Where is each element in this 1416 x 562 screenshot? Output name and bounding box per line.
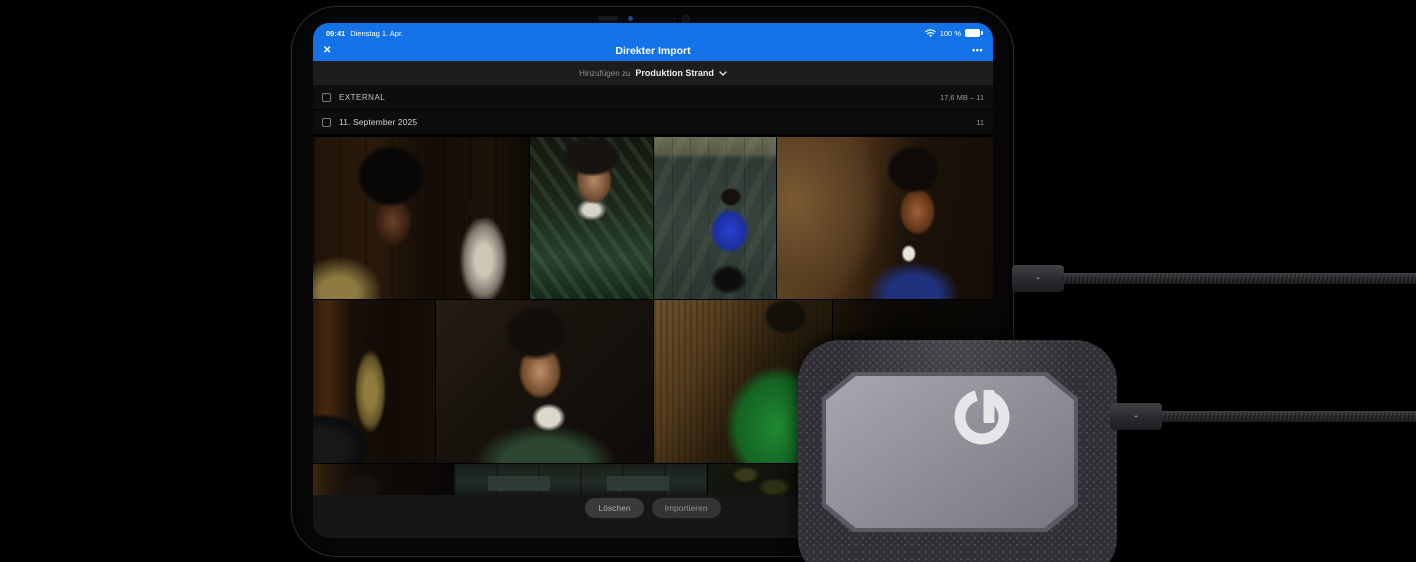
usb-c-plug-tablet: ⌁ — [1012, 265, 1064, 292]
date-group-count: 11 — [976, 117, 984, 127]
date-group-checkbox[interactable] — [322, 117, 331, 127]
album-name: Produktion Strand — [635, 68, 714, 78]
mic-dot — [673, 17, 676, 20]
date-label: Dienstag 1. Apr. — [350, 28, 404, 38]
connector-logo-icon: ⌁ — [1134, 413, 1138, 420]
usb-cable-ssd — [1161, 411, 1416, 422]
source-row-date-group[interactable]: 11. September 2025 11 — [313, 110, 993, 135]
camera-ring-icon — [682, 15, 690, 23]
status-bar: 09:41 Dienstag 1. Apr. 100 % — [313, 23, 993, 40]
front-camera-strip — [292, 13, 1013, 23]
photo-thumbnail[interactable] — [777, 137, 993, 299]
usb-c-plug-ssd: ⌁ — [1110, 403, 1162, 430]
source-label: EXTERNAL — [339, 92, 386, 102]
connector-logo-icon: ⌁ — [1036, 275, 1040, 282]
photo-thumbnail[interactable] — [654, 137, 776, 299]
clock: 09:41 — [326, 28, 346, 38]
page-title: Direkter Import — [615, 44, 691, 57]
photo-thumbnail[interactable] — [313, 137, 529, 299]
chevron-down-icon — [719, 71, 727, 76]
external-ssd-drive — [798, 340, 1117, 562]
external-checkbox[interactable] — [322, 92, 331, 102]
date-group-label: 11. September 2025 — [339, 117, 418, 127]
scene: 09:41 Dienstag 1. Apr. 100 % ✕ Direkter … — [0, 0, 1416, 562]
photo-thumbnail[interactable] — [436, 300, 653, 463]
import-button[interactable]: Importieren — [651, 498, 721, 518]
title-bar: ✕ Direkter Import ••• — [313, 40, 993, 61]
delete-button[interactable]: Löschen — [585, 498, 644, 518]
source-size-count: 17,6 MB – 11 — [939, 92, 984, 102]
front-camera-icon — [628, 16, 633, 21]
source-row-external[interactable]: EXTERNAL 17,6 MB – 11 — [313, 85, 993, 110]
usb-cable-tablet — [1063, 273, 1416, 284]
add-to-label: Hinzufügen zu — [579, 68, 631, 78]
photo-thumbnail[interactable] — [708, 464, 803, 495]
photo-thumbnail[interactable] — [313, 464, 453, 495]
g-drive-logo-icon — [954, 390, 1010, 445]
photo-thumbnail[interactable] — [454, 464, 707, 495]
more-options-icon[interactable]: ••• — [972, 46, 983, 55]
header: 09:41 Dienstag 1. Apr. 100 % ✕ Direkter … — [313, 23, 993, 61]
sensor-pill — [598, 16, 618, 21]
add-to-album-selector[interactable]: Hinzufügen zu Produktion Strand — [313, 61, 993, 85]
battery-icon — [965, 29, 983, 37]
photo-thumbnail[interactable] — [530, 137, 653, 299]
battery-percent: 100 % — [939, 28, 961, 38]
photo-thumbnail[interactable] — [313, 300, 435, 463]
wifi-icon — [924, 28, 936, 37]
